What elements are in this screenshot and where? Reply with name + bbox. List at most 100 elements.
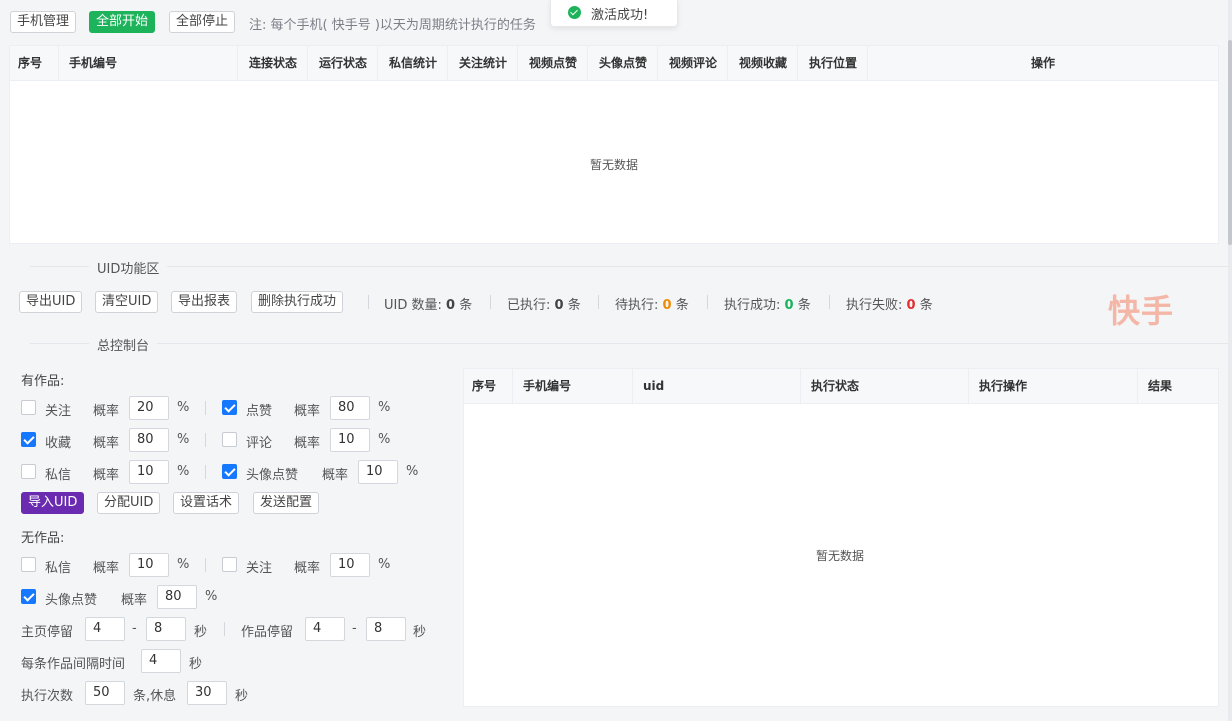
scrollbar-thumb[interactable] bbox=[1228, 40, 1232, 245]
stop-all-button[interactable]: 全部停止 bbox=[169, 11, 236, 33]
rate-label: 概率 bbox=[294, 436, 321, 451]
phone-table-header: 序号 手机编号 连接状态 运行状态 私信统计 关注统计 视频点赞 头像点赞 视频… bbox=[10, 46, 1218, 81]
col-exec-status: 执行状态 bbox=[801, 369, 969, 403]
import-uid-button[interactable]: 导入UID bbox=[21, 492, 85, 514]
success-toast: 激活成功! bbox=[550, 0, 678, 27]
check-circle-icon bbox=[568, 6, 581, 19]
toast-message: 激活成功! bbox=[591, 8, 649, 23]
col-exec-action: 执行操作 bbox=[969, 369, 1138, 403]
avatar-like-rate-input[interactable]: 10 bbox=[358, 460, 398, 484]
work-stay-max-input[interactable]: 8 bbox=[366, 617, 406, 641]
comment-checkbox[interactable] bbox=[222, 432, 237, 447]
avatar-like-checkbox[interactable] bbox=[222, 464, 237, 479]
stat-failed: 执行失败: 0 条 bbox=[846, 294, 933, 313]
uid-table: 序号 手机编号 uid 执行状态 执行操作 结果 暂无数据 bbox=[463, 368, 1219, 707]
separator bbox=[490, 295, 491, 309]
dm-checkbox[interactable] bbox=[21, 464, 36, 479]
send-config-button[interactable]: 发送配置 bbox=[253, 492, 320, 514]
home-stay-label: 主页停留 bbox=[21, 625, 74, 640]
stat-unit: 条 bbox=[797, 298, 811, 313]
no-works-avatar-like-label: 头像点赞 bbox=[45, 593, 98, 608]
exec-count-label: 执行次数 bbox=[21, 689, 74, 704]
comment-rate-input[interactable]: 10 bbox=[330, 428, 370, 452]
percent-label: % bbox=[177, 464, 190, 479]
col-phone-number: 手机编号 bbox=[513, 369, 633, 403]
percent-label: % bbox=[406, 464, 419, 479]
no-works-avatar-like-rate-input[interactable]: 80 bbox=[157, 585, 197, 609]
seconds-label: 秒 bbox=[235, 689, 249, 704]
rate-label: 概率 bbox=[93, 404, 120, 419]
work-stay-label: 作品停留 bbox=[241, 625, 294, 640]
stat-label: 待执行: bbox=[615, 298, 659, 313]
rate-label: 概率 bbox=[121, 593, 148, 608]
col-connection-status: 连接状态 bbox=[238, 46, 308, 80]
favorite-rate-input[interactable]: 80 bbox=[129, 428, 169, 452]
home-stay-max-input[interactable]: 8 bbox=[146, 617, 186, 641]
col-actions: 操作 bbox=[1030, 56, 1055, 70]
percent-label: % bbox=[378, 557, 391, 572]
follow-rate-input[interactable]: 20 bbox=[129, 396, 169, 420]
phone-table-empty: 暂无数据 bbox=[590, 158, 639, 172]
phone-manage-button[interactable]: 手机管理 bbox=[10, 11, 77, 33]
like-checkbox[interactable] bbox=[222, 400, 237, 415]
stat-unit: 条 bbox=[919, 298, 933, 313]
home-stay-min-input[interactable]: 4 bbox=[85, 617, 125, 641]
separator bbox=[829, 295, 830, 309]
stat-unit: 条 bbox=[459, 298, 473, 313]
like-label: 点赞 bbox=[246, 404, 273, 419]
stat-value: 0 bbox=[662, 298, 672, 313]
no-works-dm-checkbox[interactable] bbox=[21, 557, 36, 572]
avatar-like-label: 头像点赞 bbox=[246, 468, 299, 483]
no-works-follow-checkbox[interactable] bbox=[222, 557, 237, 572]
stat-value: 0 bbox=[784, 298, 794, 313]
uid-table-empty: 暂无数据 bbox=[816, 549, 865, 563]
like-rate-input[interactable]: 80 bbox=[330, 396, 370, 420]
stat-pending: 待执行: 0 条 bbox=[615, 294, 689, 313]
follow-checkbox[interactable] bbox=[21, 400, 36, 415]
interval-input[interactable]: 4 bbox=[141, 649, 181, 673]
separator bbox=[205, 433, 206, 447]
export-uid-button[interactable]: 导出UID bbox=[19, 291, 83, 313]
stat-unit: 条 bbox=[567, 298, 581, 313]
no-works-avatar-like-checkbox[interactable] bbox=[21, 589, 36, 604]
dm-rate-input[interactable]: 10 bbox=[129, 460, 169, 484]
rest-label: 条,休息 bbox=[133, 689, 177, 704]
stat-value: 0 bbox=[554, 298, 564, 313]
assign-uid-button[interactable]: 分配UID bbox=[97, 492, 161, 514]
interval-label: 每条作品间隔时间 bbox=[21, 657, 126, 672]
uid-section-title: UID功能区 bbox=[89, 258, 168, 277]
toolbar-note: 注: 每个手机( 快手号 )以天为周期统计执行的任务 bbox=[249, 18, 536, 33]
favorite-label: 收藏 bbox=[45, 436, 72, 451]
work-stay-min-input[interactable]: 4 bbox=[305, 617, 345, 641]
col-avatar-like: 头像点赞 bbox=[588, 46, 658, 80]
stat-value: 0 bbox=[446, 298, 456, 313]
col-dm-stats: 私信统计 bbox=[378, 46, 448, 80]
kuaishou-brand-logo: 快手 bbox=[1108, 292, 1175, 330]
seconds-label: 秒 bbox=[194, 625, 208, 640]
col-uid: uid bbox=[633, 369, 801, 403]
stat-unit: 条 bbox=[675, 298, 689, 313]
exec-count-input[interactable]: 50 bbox=[85, 681, 125, 705]
rate-label: 概率 bbox=[93, 561, 120, 576]
percent-label: % bbox=[378, 432, 391, 447]
rate-label: 概率 bbox=[322, 468, 349, 483]
clear-uid-button[interactable]: 清空UID bbox=[95, 291, 159, 313]
no-works-follow-rate-input[interactable]: 10 bbox=[330, 553, 370, 577]
no-works-follow-label: 关注 bbox=[246, 561, 273, 576]
set-script-button[interactable]: 设置话术 bbox=[173, 492, 240, 514]
col-video-comment: 视频评论 bbox=[658, 46, 728, 80]
no-works-dm-rate-input[interactable]: 10 bbox=[129, 553, 169, 577]
comment-label: 评论 bbox=[246, 436, 273, 451]
export-report-button[interactable]: 导出报表 bbox=[171, 291, 238, 313]
range-dash: - bbox=[352, 621, 357, 636]
start-all-button[interactable]: 全部开始 bbox=[89, 11, 156, 33]
col-phone-number: 手机编号 bbox=[59, 46, 238, 80]
delete-success-button[interactable]: 删除执行成功 bbox=[251, 291, 344, 313]
uid-section-divider bbox=[30, 266, 1228, 267]
col-exec-position: 执行位置 bbox=[798, 46, 868, 80]
seconds-label: 秒 bbox=[413, 625, 427, 640]
favorite-checkbox[interactable] bbox=[21, 432, 36, 447]
rest-input[interactable]: 30 bbox=[187, 681, 227, 705]
stat-success: 执行成功: 0 条 bbox=[724, 294, 811, 313]
with-works-label: 有作品: bbox=[21, 374, 65, 389]
